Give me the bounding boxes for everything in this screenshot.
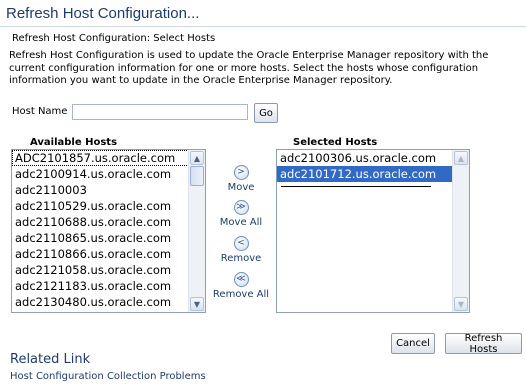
list-item[interactable]: ADC2101857.us.oracle.com xyxy=(12,150,189,166)
selected-scrollbar[interactable]: ▲ ▼ xyxy=(452,150,469,312)
page-title: Refresh Host Configuration... xyxy=(6,5,200,22)
chevron-right-icon[interactable]: > xyxy=(233,165,249,180)
double-chevron-right-icon[interactable]: ≫ xyxy=(233,200,249,215)
remove-label[interactable]: Remove xyxy=(221,253,262,264)
remove-button[interactable]: < Remove xyxy=(214,236,268,264)
move-label[interactable]: Move xyxy=(228,182,255,193)
list-item[interactable]: adc2100306.us.oracle.com xyxy=(277,150,453,166)
list-item[interactable]: adc2121183.us.oracle.com xyxy=(12,278,189,294)
list-item[interactable]: adc2110866.us.oracle.com xyxy=(12,246,189,262)
scroll-up-icon[interactable]: ▲ xyxy=(190,151,204,165)
list-item[interactable]: adc2110529.us.oracle.com xyxy=(12,198,189,214)
host-config-problems-link[interactable]: Host Configuration Collection Problems xyxy=(10,371,206,382)
scroll-thumb[interactable] xyxy=(190,166,204,186)
selected-hosts-list[interactable]: adc2100306.us.oracle.com adc2101712.us.o… xyxy=(276,149,470,313)
list-item[interactable]: adc2110688.us.oracle.com xyxy=(12,214,189,230)
title-divider xyxy=(0,26,526,27)
scroll-down-icon[interactable]: ▼ xyxy=(454,297,468,311)
move-all-label[interactable]: Move All xyxy=(220,217,262,228)
page-description: Refresh Host Configuration is used to up… xyxy=(9,50,489,86)
scroll-up-icon[interactable]: ▲ xyxy=(454,151,468,165)
move-all-button[interactable]: ≫ Move All xyxy=(214,200,268,228)
selected-hosts-header: Selected Hosts xyxy=(293,137,378,148)
move-button[interactable]: > Move xyxy=(214,165,268,193)
list-item[interactable]: adc2110865.us.oracle.com xyxy=(12,230,189,246)
host-name-input[interactable] xyxy=(72,104,248,120)
host-name-label: Host Name xyxy=(12,106,68,117)
double-chevron-left-icon[interactable]: ≪ xyxy=(233,272,249,287)
available-scrollbar[interactable]: ▲ ▼ xyxy=(188,150,205,312)
available-hosts-header: Available Hosts xyxy=(30,137,118,148)
remove-all-label[interactable]: Remove All xyxy=(213,289,269,300)
step-title: Refresh Host Configuration: Select Hosts xyxy=(12,33,216,44)
scroll-down-icon[interactable]: ▼ xyxy=(190,297,204,311)
list-item[interactable]: adc2110003 xyxy=(12,182,189,198)
chevron-left-icon[interactable]: < xyxy=(233,236,249,251)
list-separator xyxy=(281,186,431,187)
remove-all-button[interactable]: ≪ Remove All xyxy=(213,272,269,300)
related-link-heading: Related Link xyxy=(10,352,91,367)
list-item[interactable]: adc2121058.us.oracle.com xyxy=(12,262,189,278)
list-item[interactable]: adc2130480.us.oracle.com xyxy=(12,294,189,310)
refresh-hosts-button[interactable]: Refresh Hosts xyxy=(445,333,522,355)
go-button[interactable]: Go xyxy=(254,103,278,123)
list-item[interactable]: adc2101712.us.oracle.com xyxy=(277,166,453,182)
list-item[interactable]: adc2100914.us.oracle.com xyxy=(12,166,189,182)
available-hosts-list[interactable]: ADC2101857.us.oracle.com adc2100914.us.o… xyxy=(11,149,206,313)
cancel-button[interactable]: Cancel xyxy=(391,333,435,354)
